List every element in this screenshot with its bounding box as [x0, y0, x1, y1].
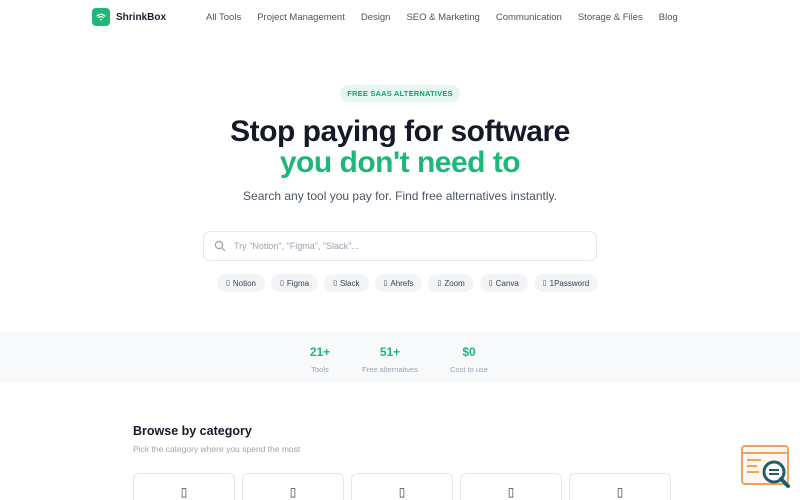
tool-glyph-icon: ▯ — [542, 279, 547, 287]
category-glyph-icon: ▯ — [398, 485, 406, 499]
nav-link-seo-marketing[interactable]: SEO & Marketing — [406, 12, 479, 23]
wifi-icon — [92, 8, 110, 26]
stat-free-alternatives: 51+ Free alternatives — [355, 345, 425, 374]
tool-glyph-icon: ▯ — [488, 279, 493, 287]
tool-glyph-icon: ▯ — [279, 279, 284, 287]
search-icon — [214, 240, 226, 252]
magnifier-widget-icon[interactable] — [741, 445, 791, 489]
section-subtitle: Pick the category where you spend the mo… — [133, 444, 301, 454]
category-card[interactable]: ▯ — [569, 473, 671, 500]
hero-badge: FREE SAAS ALTERNATIVES — [340, 85, 460, 102]
nav-link-project-management[interactable]: Project Management — [257, 12, 345, 23]
category-card[interactable]: ▯ — [242, 473, 344, 500]
category-card[interactable]: ▯ — [351, 473, 453, 500]
chip-label: Slack — [339, 278, 360, 288]
chip-label: Canva — [495, 278, 519, 288]
chip-canva[interactable]: ▯ Canva — [479, 274, 528, 292]
chip-figma[interactable]: ▯ Figma — [270, 274, 319, 292]
nav-link-blog[interactable]: Blog — [659, 12, 678, 23]
brand[interactable]: ShrinkBox — [92, 8, 166, 26]
chip-slack[interactable]: ▯ Slack — [324, 274, 369, 292]
chip-ahrefs[interactable]: ▯ Ahrefs — [374, 274, 423, 292]
search-box[interactable] — [203, 231, 597, 261]
nav-link-all-tools[interactable]: All Tools — [206, 12, 241, 23]
quick-chips: ▯ Notion ▯ Figma ▯ Slack ▯ Ahrefs ▯ Zoom ▯ Can… — [217, 274, 599, 292]
chip-1password[interactable]: ▯ 1Password — [533, 274, 599, 292]
chip-label: Figma — [286, 278, 310, 288]
tool-glyph-icon: ▯ — [437, 279, 442, 287]
hero-subtitle: Search any tool you pay for. Find free a… — [243, 189, 557, 203]
tool-glyph-icon: ▯ — [383, 279, 388, 287]
category-card[interactable]: ▯ — [133, 473, 235, 500]
nav-link-storage-files[interactable]: Storage & Files — [578, 12, 643, 23]
stat-tools: 21+ Tools — [300, 345, 340, 374]
category-glyph-icon: ▯ — [289, 485, 297, 499]
tool-glyph-icon: ▯ — [226, 279, 230, 287]
chip-label: 1Password — [549, 278, 590, 288]
stat-label: Cost to use — [450, 365, 488, 374]
top-navigation: ShrinkBox All Tools Project Management D… — [0, 0, 800, 36]
hero-title-highlight: you don't need to — [279, 146, 521, 179]
chip-label: Zoom — [444, 278, 465, 288]
nav-link-communication[interactable]: Communication — [496, 12, 562, 23]
stat-label: Free alternatives — [362, 365, 418, 374]
chip-label: Notion — [232, 278, 256, 288]
stat-cost: $0 Cost to use — [444, 345, 494, 374]
brand-name: ShrinkBox — [116, 11, 167, 23]
stat-value: 51+ — [379, 345, 401, 359]
category-glyph-icon: ▯ — [507, 485, 515, 499]
tool-glyph-icon: ▯ — [333, 279, 337, 287]
section-title: Browse by category — [133, 424, 252, 438]
chip-notion[interactable]: ▯ Notion — [217, 274, 265, 292]
stat-value: 21+ — [309, 345, 331, 359]
nav-links: All Tools Project Management Design SEO … — [206, 12, 678, 23]
category-card[interactable]: ▯ — [460, 473, 562, 500]
stat-label: Tools — [311, 365, 329, 374]
search-input[interactable] — [234, 241, 574, 251]
hero-title: Stop paying for software — [230, 115, 570, 148]
category-glyph-icon: ▯ — [616, 485, 624, 499]
nav-link-design[interactable]: Design — [361, 12, 391, 23]
stat-value: $0 — [462, 345, 476, 359]
chip-zoom[interactable]: ▯ Zoom — [428, 274, 474, 292]
chip-label: Ahrefs — [390, 278, 414, 288]
category-glyph-icon: ▯ — [180, 485, 188, 499]
category-cards: ▯ ▯ ▯ ▯ ▯ — [133, 473, 671, 500]
